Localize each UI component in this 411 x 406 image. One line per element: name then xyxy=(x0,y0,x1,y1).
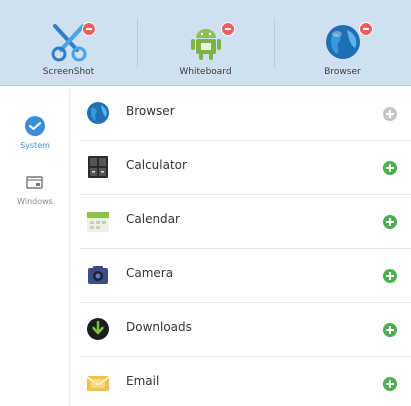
globe-icon xyxy=(87,102,109,124)
category-label: System xyxy=(20,141,50,150)
app-name: Camera xyxy=(126,266,174,280)
check-circle-icon xyxy=(25,116,45,136)
app-name: Browser xyxy=(126,104,175,118)
pinned-screenshot[interactable]: ScreenShot xyxy=(0,0,137,86)
list-item-email[interactable]: Email xyxy=(71,357,411,406)
calculator-icon xyxy=(88,156,108,178)
category-system[interactable]: System xyxy=(0,105,70,160)
camera-icon xyxy=(88,266,108,284)
email-icon xyxy=(86,376,110,391)
list-item-browser[interactable]: Browser xyxy=(71,87,411,141)
list-item-calculator[interactable]: Calculator xyxy=(71,141,411,195)
remove-badge-icon[interactable] xyxy=(82,22,96,36)
category-sidebar: System Windows xyxy=(0,87,70,406)
app-name: Email xyxy=(126,374,160,388)
pinned-apps-bar: ScreenShot Whiteboard Browser xyxy=(0,0,411,86)
add-button-icon[interactable] xyxy=(383,323,397,337)
pinned-label: Whiteboard xyxy=(179,67,232,77)
calendar-icon xyxy=(87,212,109,232)
remove-badge-icon[interactable] xyxy=(359,22,373,36)
add-button-icon[interactable] xyxy=(383,215,397,229)
globe-icon xyxy=(325,25,360,59)
app-name: Calculator xyxy=(126,158,187,172)
download-icon xyxy=(87,318,109,340)
added-indicator-icon[interactable] xyxy=(383,107,397,121)
app-list: Browser Calculator Calendar Camera Downl… xyxy=(71,87,411,406)
app-name: Downloads xyxy=(126,320,192,334)
pinned-label: Browser xyxy=(324,67,361,77)
remove-badge-icon[interactable] xyxy=(221,22,235,36)
list-item-camera[interactable]: Camera xyxy=(71,249,411,303)
add-button-icon[interactable] xyxy=(383,161,397,175)
pinned-browser[interactable]: Browser xyxy=(274,0,411,86)
pinned-whiteboard[interactable]: Whiteboard xyxy=(137,0,274,86)
list-item-calendar[interactable]: Calendar xyxy=(71,195,411,249)
add-button-icon[interactable] xyxy=(383,377,397,391)
category-windows[interactable]: Windows xyxy=(0,163,70,218)
app-name: Calendar xyxy=(126,212,180,226)
category-label: Windows xyxy=(17,197,53,206)
pinned-label: ScreenShot xyxy=(42,67,95,77)
list-item-downloads[interactable]: Downloads xyxy=(71,303,411,357)
add-button-icon[interactable] xyxy=(383,269,397,283)
window-icon xyxy=(26,176,43,189)
